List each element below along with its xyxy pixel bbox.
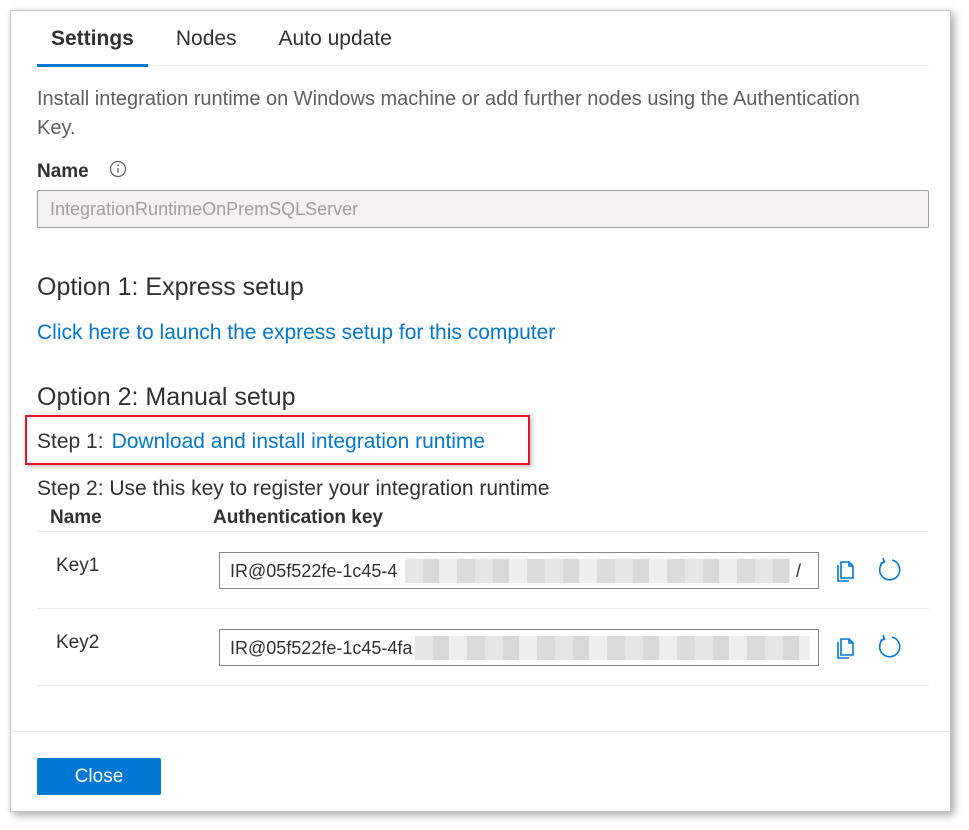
- step2-label: Step 2: Use this key to register your in…: [37, 477, 550, 500]
- tab-nodes[interactable]: Nodes: [176, 11, 237, 66]
- option2-heading: Option 2: Manual setup: [37, 383, 296, 411]
- auth-key-field[interactable]: IR@05f522fe-1c45-4fa: [219, 629, 819, 666]
- name-label: Name: [37, 161, 89, 182]
- tab-bar: Settings Nodes Auto update: [37, 11, 929, 67]
- step1-row: Step 1: Download and install integration …: [37, 430, 485, 454]
- step1-label: Step 1:: [37, 430, 104, 453]
- download-runtime-link[interactable]: Download and install integration runtime: [112, 430, 486, 453]
- copy-icon[interactable]: [832, 633, 860, 661]
- express-setup-link[interactable]: Click here to launch the express setup f…: [37, 321, 555, 345]
- table-row-key1: Key1 IR@05f522fe-1c45-4 /: [37, 532, 929, 609]
- table-header: Name Authentication key: [37, 505, 929, 532]
- description-text: Install integration runtime on Windows m…: [37, 88, 860, 139]
- refresh-icon[interactable]: [875, 555, 903, 583]
- tab-auto-update[interactable]: Auto update: [279, 11, 392, 66]
- close-button[interactable]: Close: [37, 758, 161, 795]
- key-prefix: IR@05f522fe-1c45-4: [230, 561, 398, 581]
- info-icon[interactable]: [109, 160, 127, 178]
- refresh-icon[interactable]: [875, 632, 903, 660]
- name-field[interactable]: [37, 190, 929, 228]
- key-prefix: IR@05f522fe-1c45-4fa: [230, 638, 413, 658]
- integration-runtime-panel: Settings Nodes Auto update Install integ…: [10, 10, 951, 812]
- auth-key-field[interactable]: IR@05f522fe-1c45-4 /: [219, 552, 819, 589]
- header-auth-key: Authentication key: [213, 507, 383, 528]
- tab-settings[interactable]: Settings: [37, 11, 148, 67]
- header-name: Name: [50, 507, 102, 528]
- option1-heading: Option 1: Express setup: [37, 273, 304, 301]
- redacted-area: [415, 636, 810, 660]
- footer: Close: [11, 731, 950, 811]
- table-row-key2: Key2 IR@05f522fe-1c45-4fa: [37, 609, 929, 686]
- key-suffix: /: [796, 561, 802, 581]
- key-name: Key1: [56, 555, 100, 576]
- auth-keys-table: Name Authentication key Key1 IR@05f522fe…: [37, 505, 929, 686]
- key-name: Key2: [56, 632, 100, 653]
- copy-icon[interactable]: [832, 556, 860, 584]
- redacted-area: [405, 559, 790, 583]
